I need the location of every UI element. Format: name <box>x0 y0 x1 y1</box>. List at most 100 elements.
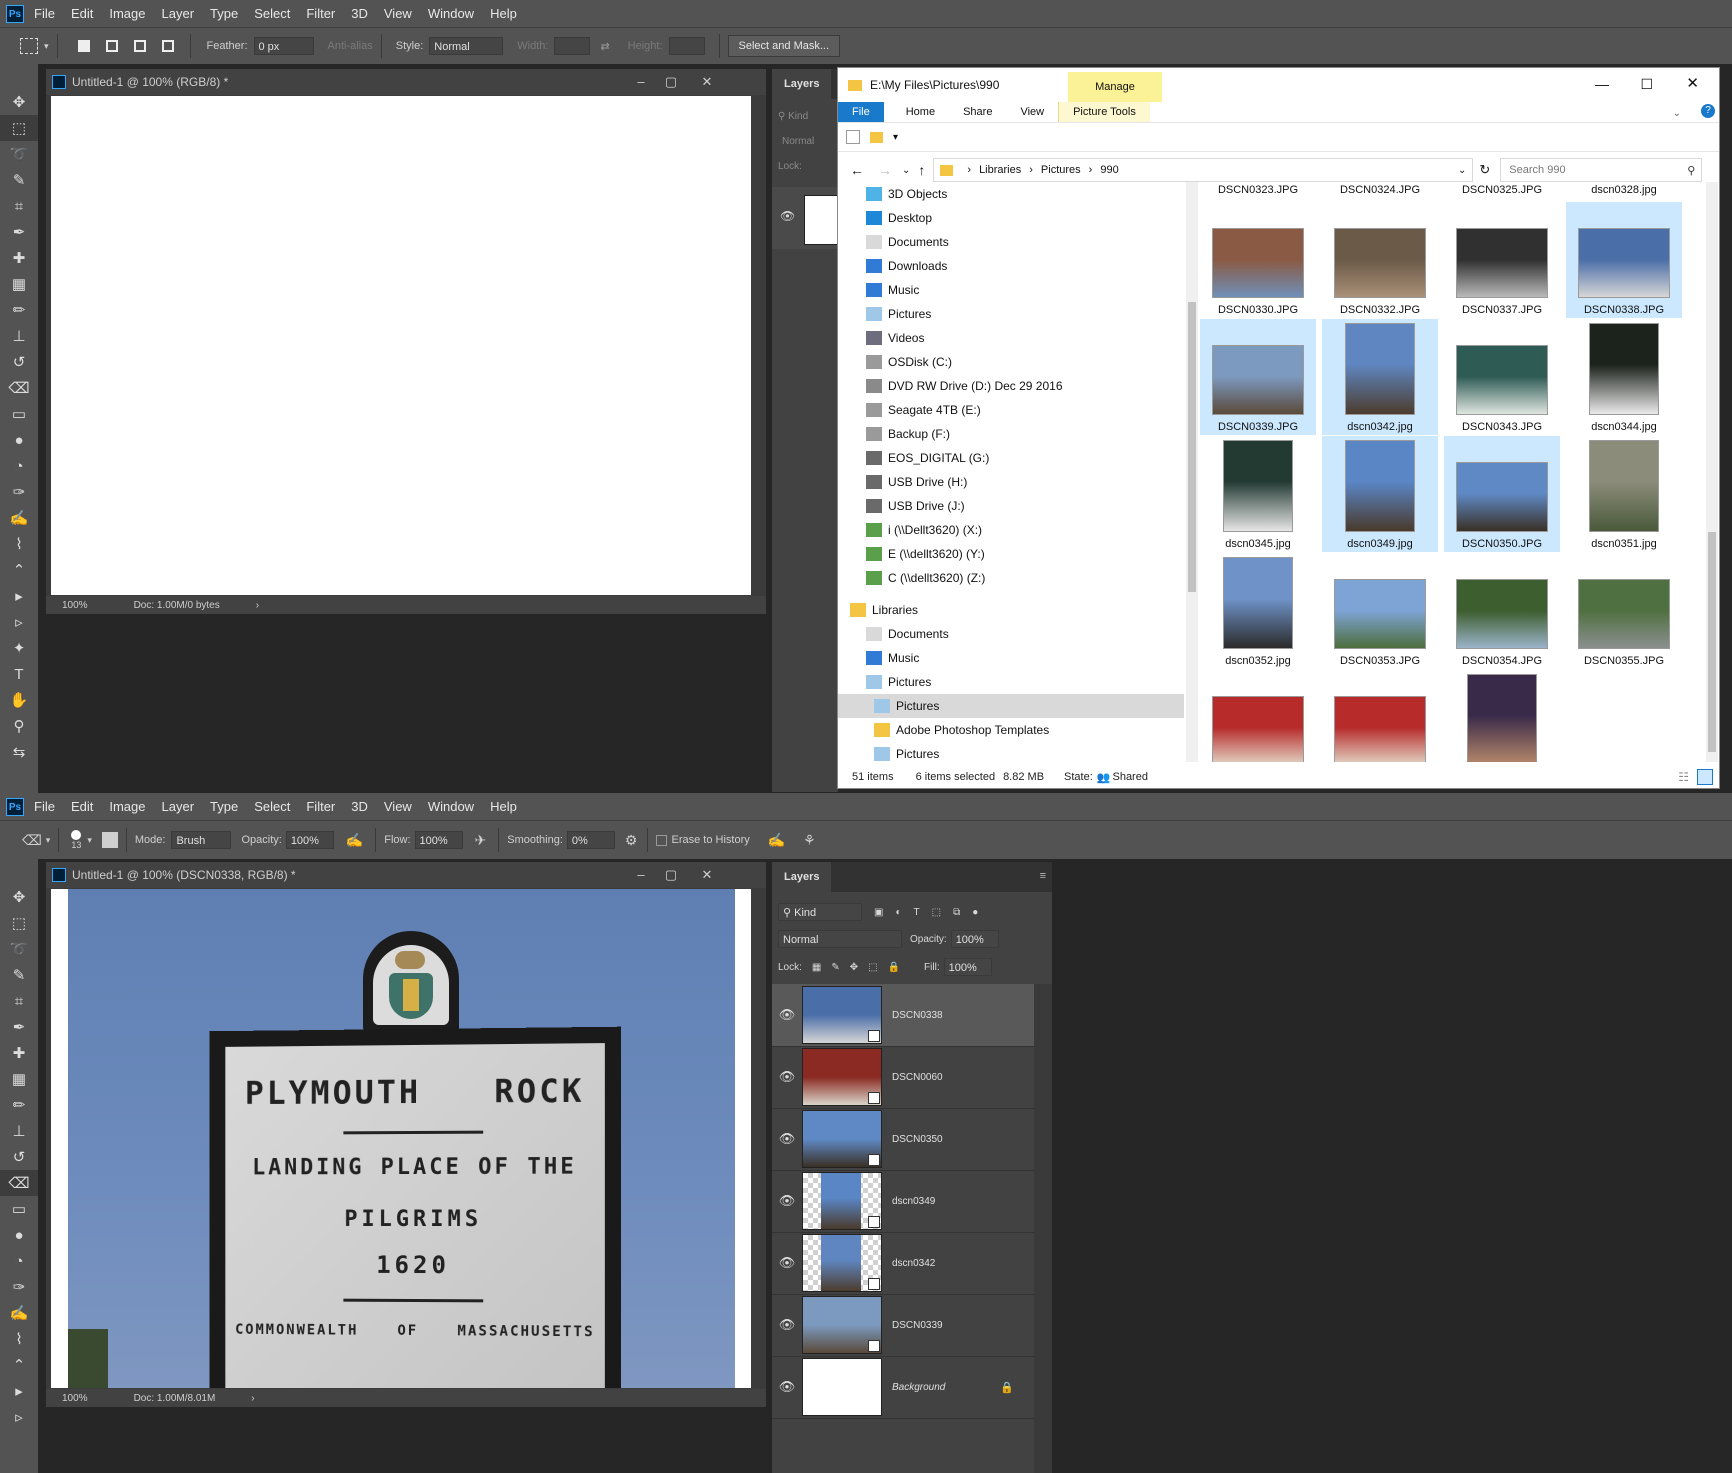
menu-edit[interactable]: Edit <box>71 6 93 21</box>
type-tool-icon[interactable]: T <box>0 661 38 687</box>
select-and-mask-button[interactable]: Select and Mask... <box>728 35 841 57</box>
height-input[interactable] <box>669 37 705 55</box>
adjustment-filter-icon[interactable]: ◐ <box>895 907 901 918</box>
path-select-icon[interactable]: ▸ <box>0 1378 38 1404</box>
top-layer-row[interactable]: 👁 <box>772 187 838 249</box>
layer-row[interactable]: 👁 DSCN0060 <box>772 1046 1034 1109</box>
top-canvas-scrollbar[interactable] <box>752 96 766 595</box>
menu-edit[interactable]: Edit <box>71 799 93 814</box>
path-select-icon[interactable]: ▸ <box>0 583 38 609</box>
file-label[interactable]: DSCN0324.JPG <box>1322 184 1438 196</box>
lock-all-icon[interactable]: 🔒 <box>888 962 900 973</box>
menu-image[interactable]: Image <box>109 799 145 814</box>
quick-select-tool-icon[interactable]: ✎ <box>0 962 38 988</box>
close-icon[interactable]: ✕ <box>692 862 722 888</box>
quick-select-tool-icon[interactable]: ✎ <box>0 167 38 193</box>
file-thumbnail[interactable]: dscn0342.jpg <box>1322 319 1438 435</box>
nav-item[interactable]: Adobe Photoshop Templates <box>838 718 1184 742</box>
nav-item[interactable]: Seagate 4TB (E:) <box>838 398 1184 422</box>
dodge-tool-icon[interactable]: ◔ <box>0 1248 38 1274</box>
brush-tool-icon[interactable]: ✏ <box>0 1092 38 1118</box>
feather-input[interactable]: 0 px <box>254 37 314 55</box>
file-thumbnail[interactable]: SamGeeta.jpg <box>1444 670 1560 762</box>
nav-item[interactable]: Desktop <box>838 206 1184 230</box>
help-icon[interactable]: ? <box>1701 104 1715 118</box>
layer-name[interactable]: Background <box>892 1382 945 1393</box>
gear-icon[interactable]: ⚙ <box>625 832 638 849</box>
thumbnail-view-icon[interactable] <box>1697 769 1713 785</box>
menu-view[interactable]: View <box>384 799 412 814</box>
filter-toggle-icon[interactable]: ● <box>972 907 978 918</box>
marquee-tool-icon[interactable]: ⬚ <box>0 910 38 936</box>
close-icon[interactable]: ✕ <box>1686 74 1699 92</box>
lasso-tool-icon[interactable]: ➰ <box>0 141 38 167</box>
blend-mode-select[interactable]: Normal <box>778 930 902 948</box>
layer-row[interactable]: 👁 Background 🔒 <box>772 1356 1034 1419</box>
minimize-icon[interactable]: – <box>626 862 656 888</box>
nav-item[interactable]: Pictures <box>838 742 1184 762</box>
menu-filter[interactable]: Filter <box>306 799 335 814</box>
pixel-filter-icon[interactable]: ▣ <box>874 907 883 918</box>
curvature-pen-icon[interactable]: ⌇ <box>0 1326 38 1352</box>
chevron-down-icon[interactable]: ⌄ <box>1458 165 1466 176</box>
file-thumbnail[interactable]: DSCN0343.JPG <box>1444 319 1560 435</box>
eye-icon[interactable]: 👁 <box>772 1317 802 1333</box>
clone-stamp-icon[interactable]: ⊥ <box>0 323 38 349</box>
layer-row[interactable]: 👁 DSCN0350 <box>772 1108 1034 1171</box>
menu-file[interactable]: File <box>34 6 55 21</box>
layer-name[interactable]: DSCN0339 <box>892 1320 943 1331</box>
layer-name[interactable]: DSCN0350 <box>892 1134 943 1145</box>
erase-history-checkbox[interactable] <box>656 835 667 846</box>
nav-item[interactable]: Videos <box>838 326 1184 350</box>
gradient-tool-icon[interactable]: ▭ <box>0 1196 38 1222</box>
manage-tab[interactable]: Manage <box>1068 72 1162 102</box>
file-label[interactable]: DSCN0325.JPG <box>1444 184 1560 196</box>
menu-3d[interactable]: 3D <box>351 799 368 814</box>
pen-tool-icon[interactable]: ✑ <box>0 479 38 505</box>
bottom-zoom-readout[interactable]: 100% <box>62 1393 88 1404</box>
eye-icon[interactable]: 👁 <box>772 1255 802 1271</box>
lock-position-icon[interactable]: ✥ <box>850 962 858 973</box>
maximize-icon[interactable]: ▢ <box>656 69 686 95</box>
kind-filter-select[interactable]: ⚲ Kind <box>778 903 862 921</box>
top-doc-info[interactable]: Doc: 1.00M/0 bytes <box>134 600 220 611</box>
nav-item[interactable]: i (\\Dellt3620) (X:) <box>838 518 1184 542</box>
file-label[interactable]: dscn0328.jpg <box>1566 184 1682 196</box>
menu-image[interactable]: Image <box>109 6 145 21</box>
subtract-selection-icon[interactable] <box>134 40 146 52</box>
file-thumbnail[interactable]: DSCN0354.JPG <box>1444 553 1560 669</box>
file-label[interactable]: DSCN0323.JPG <box>1200 184 1316 196</box>
layer-row[interactable]: 👁 DSCN0339 <box>772 1294 1034 1357</box>
swap-icon[interactable]: ⇄ <box>600 40 609 53</box>
nav-item[interactable]: Downloads <box>838 254 1184 278</box>
file-thumbnail[interactable]: DSCN0338.JPG <box>1566 202 1682 318</box>
nav-item[interactable]: Backup (F:) <box>838 422 1184 446</box>
marquee-tool-icon[interactable] <box>20 38 38 54</box>
direct-select-icon[interactable]: ▹ <box>0 1404 38 1430</box>
eye-icon[interactable]: 👁 <box>772 1069 802 1085</box>
crop-tool-icon[interactable]: ⌗ <box>0 988 38 1014</box>
menu-layer[interactable]: Layer <box>162 6 195 21</box>
nav-item[interactable]: DVD RW Drive (D:) Dec 29 2016 <box>838 374 1184 398</box>
lasso-tool-icon[interactable]: ➰ <box>0 936 38 962</box>
curvature-pen-icon[interactable]: ⌇ <box>0 531 38 557</box>
top-layers-tab[interactable]: Layers <box>772 69 831 99</box>
bottom-doc-info[interactable]: Doc: 1.00M/8.01M <box>134 1393 216 1404</box>
menu-select[interactable]: Select <box>254 799 290 814</box>
nav-item[interactable]: C (\\dellt3620) (Z:) <box>838 566 1184 590</box>
nav-item[interactable]: Pictures <box>838 670 1184 694</box>
file-thumbnail[interactable]: DSCN0339.JPG <box>1200 319 1316 435</box>
type-filter-icon[interactable]: T <box>914 907 920 918</box>
layer-name[interactable]: DSCN0060 <box>892 1072 943 1083</box>
eye-icon[interactable]: 👁 <box>772 1193 802 1209</box>
nav-item[interactable]: OSDisk (C:) <box>838 350 1184 374</box>
clone-stamp-icon[interactable]: ⊥ <box>0 1118 38 1144</box>
nav-item[interactable]: USB Drive (J:) <box>838 494 1184 518</box>
breadcrumb-pictures[interactable]: Pictures <box>1041 164 1081 176</box>
crop-tool-icon[interactable]: ⌗ <box>0 193 38 219</box>
airbrush-icon[interactable]: ✈ <box>475 832 487 849</box>
intersect-selection-icon[interactable] <box>162 40 174 52</box>
file-thumbnail[interactable]: dscn0352.jpg <box>1200 553 1316 669</box>
menu-window[interactable]: Window <box>428 799 474 814</box>
file-thumbnail[interactable]: DSCN0332.JPG <box>1322 202 1438 318</box>
